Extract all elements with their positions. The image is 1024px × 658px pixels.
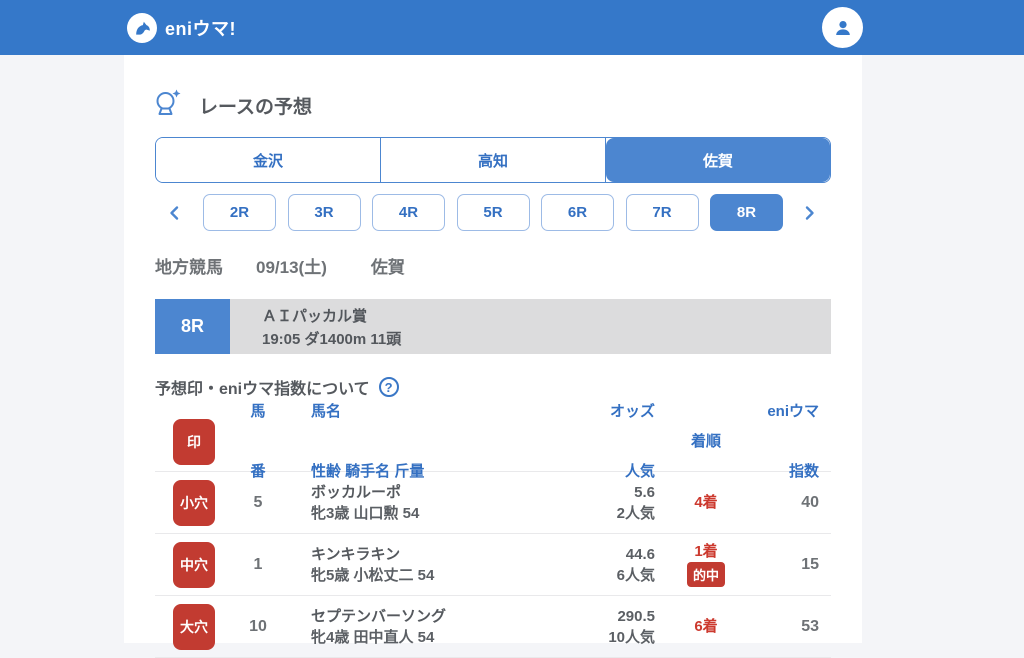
content-card: レースの予想 金沢 高知 佐賀 2R 3R 4R 5R 6R 7R 8R 地方競… — [124, 55, 862, 658]
eniuma-index: 53 — [801, 617, 819, 635]
horse-number: 10 — [249, 617, 267, 635]
table-row[interactable]: 大穴 10 セプテンバーソング 牝4歳 田中直人 54 290.5 10人気 6… — [155, 596, 831, 658]
odds-cell: 44.6 6人気 — [535, 544, 655, 586]
next-race-chevron-icon[interactable] — [804, 205, 818, 221]
horse-logo-icon — [127, 12, 157, 43]
header-mark: 印 — [173, 418, 215, 465]
finish-position: 1着 — [694, 543, 718, 560]
user-avatar-button[interactable] — [822, 7, 863, 48]
odds-value: 290.5 — [617, 607, 655, 625]
page-title: レースの予想 — [199, 96, 313, 118]
finish-position: 4着 — [694, 494, 718, 511]
race-button-7r[interactable]: 7R — [625, 194, 699, 231]
mark-header-badge: 印 — [173, 418, 215, 465]
horse-profile: 牝3歳 山口勲 54 — [311, 504, 420, 522]
odds-cell: 5.6 2人気 — [535, 482, 655, 524]
tab-saga[interactable]: 佐賀 — [606, 138, 830, 182]
table-header-row: 印 馬 番 馬名 性齢 騎手名 斤量 オッズ 人気 着順 eniウマ 指数 — [155, 403, 831, 480]
brand-logo[interactable]: eniウマ! — [127, 12, 237, 43]
horse-info: ボッカルーポ 牝3歳 山口勲 54 — [301, 482, 535, 524]
venue-tab-bar: 金沢 高知 佐賀 — [155, 137, 831, 183]
tab-kochi[interactable]: 高知 — [381, 138, 606, 182]
header-result: 着順 — [690, 432, 721, 450]
result-cell: 1着 的中 — [671, 542, 741, 587]
race-number-badge: 8R — [155, 299, 230, 354]
horse-profile: 牝4歳 田中直人 54 — [311, 628, 435, 646]
race-button-2r[interactable]: 2R — [203, 194, 276, 231]
mark-badge: 中穴 — [173, 541, 215, 588]
brand-name: eniウマ! — [165, 18, 237, 39]
odds-cell: 290.5 10人気 — [535, 606, 655, 648]
horse-info: セプテンバーソング 牝4歳 田中直人 54 — [301, 606, 535, 648]
horse-profile: 牝5歳 小松丈二 54 — [311, 566, 435, 584]
race-nav: 2R 3R 4R 5R 6R 7R 8R — [155, 194, 831, 231]
horse-number: 5 — [253, 493, 263, 511]
race-button-8r[interactable]: 8R — [710, 194, 783, 231]
prev-race-chevron-icon[interactable] — [168, 205, 182, 221]
crystal-ball-icon — [155, 88, 182, 122]
race-banner-body: ＡＩパッカル賞 19:05 ダ1400m 11頭 — [230, 299, 831, 354]
race-name: ＡＩパッカル賞 — [262, 307, 368, 325]
finish-position: 6着 — [694, 618, 718, 635]
popularity: 6人気 — [616, 566, 655, 584]
table-row[interactable]: 中穴 1 キンキラキン 牝5歳 小松丈二 54 44.6 6人気 1着 的中 1… — [155, 534, 831, 596]
odds-value: 44.6 — [625, 545, 655, 563]
horse-name: ボッカルーポ — [311, 483, 402, 501]
page-title-row: レースの予想 — [155, 88, 831, 122]
eniuma-index: 15 — [801, 555, 819, 573]
result-cell: 6着 — [671, 617, 741, 636]
race-details: 19:05 ダ1400m 11頭 — [262, 330, 402, 348]
race-date: 09/13(土) — [256, 258, 327, 277]
eniuma-index: 40 — [801, 493, 819, 511]
tab-kanazawa[interactable]: 金沢 — [156, 138, 381, 182]
race-button-3r[interactable]: 3R — [287, 194, 361, 231]
hit-badge: 的中 — [686, 562, 725, 587]
horse-name: セプテンバーソング — [311, 607, 447, 625]
horse-name: キンキラキン — [311, 545, 401, 563]
race-button-5r[interactable]: 5R — [456, 194, 530, 231]
race-venue: 佐賀 — [370, 258, 405, 277]
result-cell: 4着 — [671, 493, 741, 512]
horse-number: 1 — [253, 555, 263, 573]
popularity: 10人気 — [608, 628, 655, 646]
top-app-bar: eniウマ! — [0, 0, 1024, 55]
odds-value: 5.6 — [634, 483, 655, 501]
popularity: 2人気 — [616, 504, 655, 522]
race-meta: 地方競馬 09/13(土) 佐賀 — [155, 253, 831, 278]
race-category: 地方競馬 — [155, 258, 223, 277]
prediction-table: 印 馬 番 馬名 性齢 騎手名 斤量 オッズ 人気 着順 eniウマ 指数 小穴… — [155, 403, 831, 658]
race-button-6r[interactable]: 6R — [541, 194, 614, 231]
horse-info: キンキラキン 牝5歳 小松丈二 54 — [301, 544, 535, 586]
race-button-4r[interactable]: 4R — [372, 194, 445, 231]
race-banner: 8R ＡＩパッカル賞 19:05 ダ1400m 11頭 — [155, 299, 831, 354]
person-icon — [835, 20, 850, 35]
mark-badge: 小穴 — [173, 479, 215, 526]
race-button-group: 2R 3R 4R 5R 6R 7R 8R — [203, 194, 783, 231]
